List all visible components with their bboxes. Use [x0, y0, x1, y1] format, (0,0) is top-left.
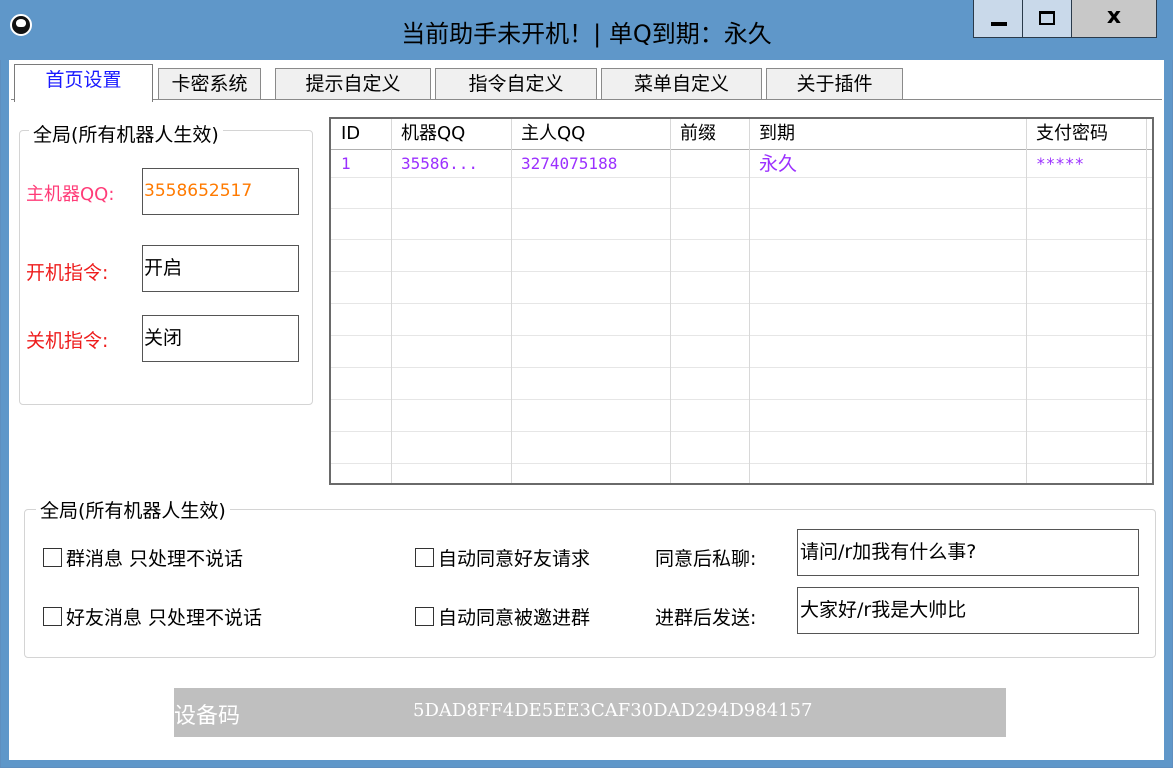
device-code-value[interactable]: 5DAD8FF4DE5EE3CAF30DAD294D984157 [413, 700, 812, 721]
grid-line [331, 367, 1152, 368]
group-msg-silent-option[interactable]: 群消息 只处理不说话 [43, 544, 243, 571]
grid-line [331, 463, 1152, 464]
title-bar: 当前助手未开机！| 单Q到期：永久 x [0, 0, 1173, 60]
auto-accept-friend-label: 自动同意好友请求 [438, 548, 591, 570]
power-on-command-input[interactable]: 开启 [142, 245, 299, 292]
grid-line [331, 271, 1152, 272]
column-header-prefix[interactable]: 前缀 [670, 119, 749, 149]
table-cell-prefix[interactable] [670, 151, 749, 177]
tab-command-custom[interactable]: 指令自定义 [435, 68, 597, 100]
header-divider [331, 149, 1152, 150]
grid-line [331, 399, 1152, 400]
friend-msg-silent-checkbox[interactable] [43, 607, 62, 626]
column-header-pay-password[interactable]: 支付密码 [1026, 119, 1146, 149]
grid-line [331, 303, 1152, 304]
power-on-command-label: 开机指令: [26, 262, 109, 284]
robot-list-table[interactable]: ID 机器QQ 主人QQ 前缀 到期 支付密码 1 35586... 32740… [329, 117, 1154, 485]
friend-msg-silent-label: 好友消息 只处理不说话 [66, 607, 263, 629]
grid-column-line [1146, 119, 1147, 483]
client-area: 首页设置 卡密系统 提示自定义 指令自定义 菜单自定义 关于插件 全局(所有机器… [9, 60, 1164, 760]
column-header-expiry[interactable]: 到期 [749, 119, 1026, 149]
window-controls: x [973, 0, 1157, 40]
column-header-robot-qq[interactable]: 机器QQ [391, 119, 511, 149]
after-friend-message-input[interactable]: 请问/r加我有什么事? [797, 529, 1139, 576]
minimize-icon [991, 22, 1007, 26]
power-off-command-label: 关机指令: [26, 330, 109, 352]
table-cell-robot-qq[interactable]: 35586... [391, 151, 511, 177]
table-cell-expiry[interactable]: 永久 [749, 151, 1026, 177]
after-friend-message-label: 同意后私聊: [655, 548, 757, 570]
column-header-id[interactable]: ID [331, 119, 391, 149]
maximize-icon [1039, 11, 1055, 25]
tab-panel-border [11, 99, 1162, 100]
device-code-bar: 设备码 5DAD8FF4DE5EE3CAF30DAD294D984157 [174, 688, 1006, 737]
tab-home-settings[interactable]: 首页设置 [14, 64, 153, 102]
global-group-legend: 全局(所有机器人生效) [29, 120, 223, 147]
grid-line [331, 177, 1152, 178]
auto-accept-invite-option[interactable]: 自动同意被邀进群 [415, 603, 590, 630]
power-off-command-input[interactable]: 关闭 [142, 315, 299, 362]
table-cell-pay-password[interactable]: ***** [1026, 151, 1146, 177]
close-button[interactable]: x [1071, 0, 1157, 38]
table-cell-owner-qq[interactable]: 3274075188 [511, 151, 670, 177]
after-join-message-label: 进群后发送: [655, 607, 757, 629]
minimize-button[interactable] [973, 0, 1023, 38]
tab-menu-custom[interactable]: 菜单自定义 [601, 68, 762, 100]
group-msg-silent-label: 群消息 只处理不说话 [66, 548, 244, 570]
group-msg-silent-checkbox[interactable] [43, 548, 62, 567]
grid-line [331, 335, 1152, 336]
auto-accept-friend-option[interactable]: 自动同意好友请求 [415, 544, 590, 571]
main-qq-input[interactable]: 3558652517 [142, 168, 299, 215]
device-code-label: 设备码 [174, 704, 241, 729]
table-cell-id[interactable]: 1 [331, 151, 391, 177]
tab-card-system[interactable]: 卡密系统 [158, 68, 261, 100]
after-join-message-input[interactable]: 大家好/r我是大帅比 [797, 587, 1139, 634]
grid-line [331, 208, 1152, 209]
auto-accept-friend-checkbox[interactable] [415, 548, 434, 567]
maximize-button[interactable] [1022, 0, 1072, 38]
table-header: ID 机器QQ 主人QQ 前缀 到期 支付密码 [331, 119, 1152, 149]
close-icon: x [1106, 4, 1122, 29]
tab-about-plugin[interactable]: 关于插件 [766, 68, 903, 100]
options-group-legend: 全局(所有机器人生效) [36, 496, 230, 523]
auto-accept-invite-label: 自动同意被邀进群 [438, 607, 591, 629]
tab-prompt-custom[interactable]: 提示自定义 [275, 68, 431, 100]
main-qq-label: 主机器QQ: [26, 184, 115, 205]
grid-line [331, 431, 1152, 432]
column-header-owner-qq[interactable]: 主人QQ [511, 119, 670, 149]
grid-line [331, 239, 1152, 240]
auto-accept-invite-checkbox[interactable] [415, 607, 434, 626]
friend-msg-silent-option[interactable]: 好友消息 只处理不说话 [43, 603, 262, 630]
